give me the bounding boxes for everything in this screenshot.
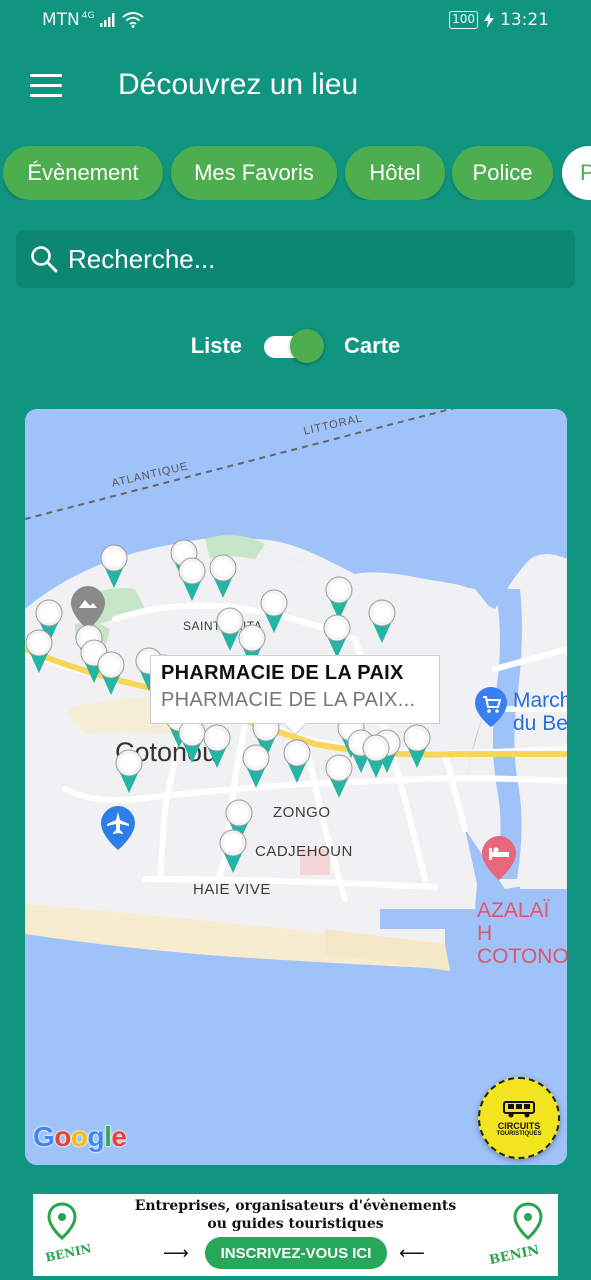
google-logo: Google <box>33 1121 127 1152</box>
search-bar[interactable] <box>16 230 575 288</box>
map-marker-pin[interactable] <box>115 749 143 793</box>
circuits-label-2: TOURISTIQUES <box>496 1130 542 1137</box>
signup-button[interactable]: INSCRIVEZ-VOUS ICI <box>205 1237 387 1269</box>
circuits-touristiques-button[interactable]: CIRCUITS TOURISTIQUES <box>478 1077 560 1159</box>
category-chips: Évènement Mes Favoris Hôtel Police P <box>3 146 591 200</box>
map-marker-pin[interactable] <box>368 599 396 643</box>
toggle-label-carte[interactable]: Carte <box>344 333 400 359</box>
map-marker-pin[interactable] <box>178 719 206 763</box>
chip-mes-favoris[interactable]: Mes Favoris <box>171 146 337 200</box>
hotel-icon[interactable] <box>482 836 516 880</box>
map-marker-pin[interactable] <box>283 739 311 783</box>
map-label-marche: March du Be <box>513 689 567 735</box>
map-marker-pin[interactable] <box>100 544 128 588</box>
signal-icon <box>100 13 115 27</box>
chip-police[interactable]: Police <box>452 146 553 200</box>
status-bar: MTN 4G 100 13:21 <box>0 0 591 40</box>
map-marker-pin[interactable] <box>97 651 125 695</box>
arrow-right-icon: ⟶ <box>163 1243 189 1264</box>
shopping-cart-icon[interactable] <box>475 687 507 727</box>
map-label-azalai: AZALAÏ H COTONO <box>477 899 567 968</box>
map-marker-pin[interactable] <box>209 554 237 598</box>
status-right: 100 13:21 <box>449 10 549 30</box>
map-marker-pin[interactable] <box>25 629 53 673</box>
info-window-title: PHARMACIE DE LA PAIX <box>161 662 404 684</box>
map-marker-pin[interactable] <box>323 614 351 658</box>
view-toggle: Liste Carte <box>0 326 591 366</box>
marker-info-window[interactable]: PHARMACIE DE LA PAIX PHARMACIE DE LA PAI… <box>150 655 440 736</box>
map-marker-pin[interactable] <box>362 734 390 778</box>
map-view[interactable]: LITTORAL ATLANTIQUE SAINTE-RITA Cotonou … <box>25 409 567 1165</box>
search-icon <box>31 246 58 273</box>
map-marker-pin[interactable] <box>403 724 431 768</box>
info-window-subtitle: PHARMACIE DE LA PAIX... <box>161 689 416 711</box>
map-label-haie-vive: HAIE VIVE <box>193 881 271 898</box>
app-bar: Découvrez un lieu <box>0 40 591 136</box>
chip-hotel[interactable]: Hôtel <box>345 146 445 200</box>
toggle-label-liste[interactable]: Liste <box>191 333 242 359</box>
hamburger-menu-icon[interactable] <box>30 74 62 100</box>
charging-icon <box>484 12 494 28</box>
airport-icon[interactable] <box>101 806 135 850</box>
view-switch[interactable] <box>264 327 325 365</box>
map-marker-pin[interactable] <box>260 589 288 633</box>
clock: 13:21 <box>500 10 549 30</box>
banner-line-2: ou guides touristiques <box>207 1216 384 1232</box>
page-title: Découvrez un lieu <box>118 68 359 101</box>
wifi-icon <box>122 12 145 28</box>
banner-line-1: Entreprises, organisateurs d'évènements <box>134 1198 457 1214</box>
network-type: 4G <box>81 11 95 21</box>
arrow-left-icon: ⟵ <box>399 1243 425 1264</box>
battery-icon: 100 <box>449 11 478 29</box>
status-left: MTN 4G <box>42 10 145 30</box>
map-marker-pin[interactable] <box>219 829 247 873</box>
map-base <box>25 409 567 1165</box>
map-label-zongo: ZONGO <box>273 804 331 821</box>
chip-pharmacie[interactable]: P <box>562 146 591 200</box>
circuits-label-1: CIRCUITS <box>497 1120 541 1131</box>
signup-banner[interactable]: BENIN Entreprises, organisateurs d'évène… <box>33 1194 558 1276</box>
map-label-cadjehoun: CADJEHOUN <box>255 843 353 860</box>
map-marker-pin[interactable] <box>178 557 206 601</box>
search-input[interactable] <box>68 243 548 275</box>
bus-icon <box>503 1100 535 1117</box>
map-marker-pin[interactable] <box>203 724 231 768</box>
carrier-name: MTN <box>42 10 80 30</box>
map-marker-pin[interactable] <box>242 744 270 788</box>
benin-logo-right: BENIN <box>488 1202 543 1268</box>
chip-evenement[interactable]: Évènement <box>3 146 163 200</box>
